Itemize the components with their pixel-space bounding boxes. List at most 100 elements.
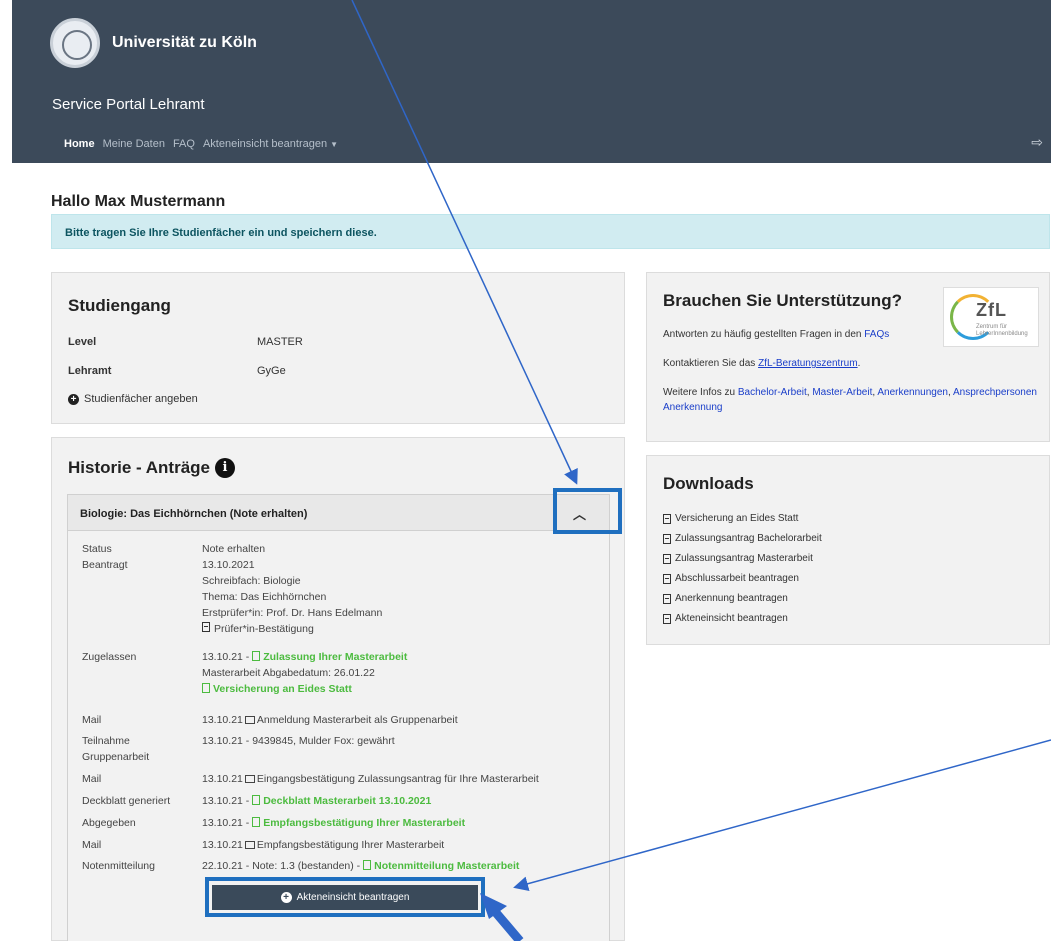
examiner-confirmation-label: Prüfer*in-Bestätigung — [214, 623, 314, 635]
nav-files-label: Akteneinsicht beantragen — [202, 138, 328, 150]
mail-text: Eingangsbestätigung Zulassungsantrag für… — [256, 773, 539, 785]
plus-circle-icon: + — [68, 393, 79, 405]
bachelor-link[interactable]: Bachelor-Arbeit — [738, 387, 807, 398]
history-value: 13.10.21 - Zulassung Ihrer Masterarbeit … — [202, 649, 602, 697]
download-label: Akteneinsicht beantragen — [675, 613, 788, 624]
beantragt-pruefer: Erstprüfer*in: Prof. Dr. Hans Edelmann — [202, 607, 383, 619]
accordion-title: Biologie: Das Eichhörnchen (Note erhalte… — [80, 508, 308, 520]
mail-date: 13.10.21 — [202, 839, 243, 851]
brand[interactable]: Universität zu Köln — [50, 18, 257, 68]
history-value: 13.10.21 Anmeldung Masterarbeit als Grupp… — [202, 712, 602, 728]
history-value: 13.10.21 Eingangsbestätigung Zulassungsan… — [202, 771, 602, 787]
history-label: Zugelassen — [82, 651, 137, 663]
beantragt-thema: Thema: Das Eichhörnchen — [202, 591, 327, 603]
history-label: Status — [82, 543, 112, 555]
pdf-icon — [663, 513, 671, 524]
affidavit-link[interactable]: Versicherung an Eides Statt — [202, 683, 352, 695]
info-icon[interactable]: i — [215, 458, 236, 478]
site-header: Universität zu Köln Service Portal Lehra… — [12, 0, 1051, 163]
zfl-logo: ZfL Zentrum für LehrerInnenbildung — [943, 287, 1039, 347]
cover-sheet-link[interactable]: Deckblatt Masterarbeit 13.10.2021 — [252, 795, 431, 807]
lehramt-value: GyGe — [257, 365, 286, 377]
annotation-highlight-button — [205, 877, 485, 917]
master-link[interactable]: Master-Arbeit — [812, 387, 872, 398]
support-contact-line: Kontaktieren Sie das ZfL-Beratungszentru… — [663, 356, 963, 371]
history-value: 13.10.21 - Deckblatt Masterarbeit 13.10.… — [202, 793, 602, 809]
caret-down-icon: ▼ — [330, 140, 339, 149]
download-item[interactable]: Anerkennung beantragen — [663, 593, 788, 604]
faq-link[interactable]: FAQs — [864, 329, 889, 340]
mail-icon — [244, 716, 255, 724]
download-item[interactable]: Versicherung an Eides Statt — [663, 513, 798, 524]
info-alert: Bitte tragen Sie Ihre Studienfächer ein … — [51, 214, 1050, 249]
history-label: Mail — [82, 714, 102, 726]
download-label: Versicherung an Eides Statt — [675, 513, 799, 524]
pdf-icon — [663, 533, 671, 544]
historie-card: Historie - Anträge i Biologie: Das Eichh… — [51, 437, 625, 941]
anerkennungen-link[interactable]: Anerkennungen — [877, 387, 948, 398]
pdf-icon — [363, 860, 372, 870]
history-label: Beantragt — [82, 559, 128, 571]
history-value: 22.10.21 - Note: 1.3 (bestanden) - Noten… — [202, 858, 602, 874]
zugelassen-date: 13.10.21 - — [202, 651, 250, 663]
logout-icon[interactable]: ⇨ — [1031, 134, 1043, 151]
nav-files-dropdown[interactable]: Akteneinsicht beantragen ▼ — [203, 138, 338, 150]
examiner-confirmation-link[interactable]: Prüfer*in-Bestätigung — [202, 622, 314, 635]
mail-date: 13.10.21 — [202, 773, 243, 785]
download-item[interactable]: Zulassungsantrag Masterarbeit — [663, 553, 813, 564]
university-name: Universität zu Köln — [112, 34, 257, 51]
admission-link[interactable]: Zulassung Ihrer Masterarbeit — [252, 651, 407, 663]
receipt-link[interactable]: Empfangsbestätigung Ihrer Masterarbeit — [252, 817, 465, 829]
mail-icon — [244, 841, 255, 849]
download-item[interactable]: Akteneinsicht beantragen — [663, 613, 788, 624]
teilnahme-label-1: Teilnahme — [82, 735, 130, 747]
level-label: Level — [68, 336, 97, 348]
history-value: 13.10.21 - 9439845, Mulder Fox: gewährt — [202, 735, 395, 747]
download-label: Zulassungsantrag Masterarbeit — [675, 553, 813, 564]
pdf-icon — [663, 613, 671, 624]
beantragt-date: 13.10.2021 — [202, 559, 255, 571]
note-value: 22.10.21 - Note: 1.3 (bestanden) - — [202, 860, 361, 872]
grade-notice-link[interactable]: Notenmitteilung Masterarbeit — [363, 860, 519, 872]
add-subjects-label: Studienfächer angeben — [84, 393, 198, 405]
download-item[interactable]: Zulassungsantrag Bachelorarbeit — [663, 533, 822, 544]
support-card: Brauchen Sie Unterstützung? Antworten zu… — [646, 272, 1050, 442]
history-label: Notenmitteilung — [82, 860, 155, 872]
download-item[interactable]: Abschlussarbeit beantragen — [663, 573, 799, 584]
nav-my-data[interactable]: Meine Daten — [103, 138, 165, 150]
nav-faq[interactable]: FAQ — [173, 138, 195, 150]
beantragt-fach: Schreibfach: Biologie — [202, 575, 301, 587]
support-info-line: Weitere Infos zu Bachelor-Arbeit, Master… — [663, 387, 1037, 413]
add-subjects-link[interactable]: + Studienfächer angeben — [68, 393, 198, 405]
greeting: Hallo Max Mustermann — [51, 193, 226, 210]
historie-title: Historie - Anträge i — [68, 458, 236, 478]
mail-date: 13.10.21 — [202, 714, 243, 726]
zugelassen-abgabe: Masterarbeit Abgabedatum: 26.01.22 — [202, 667, 375, 679]
nav-home[interactable]: Home — [64, 138, 95, 150]
pdf-icon — [252, 795, 261, 805]
level-value: MASTER — [257, 336, 303, 348]
lehramt-label: Lehramt — [68, 365, 112, 377]
pdf-icon — [202, 683, 210, 693]
history-value: 13.10.21 Empfangsbestätigung Ihrer Master… — [202, 837, 602, 853]
download-label: Zulassungsantrag Bachelorarbeit — [675, 533, 822, 544]
receipt-label: Empfangsbestätigung Ihrer Masterarbeit — [263, 817, 466, 829]
pdf-icon — [663, 593, 671, 604]
pdf-icon — [663, 573, 671, 584]
zfl-logo-text: ZfL — [976, 300, 1007, 320]
studiengang-card: Studiengang Level MASTER Lehramt GyGe + … — [51, 272, 625, 424]
zfl-advice-link[interactable]: ZfL-Beratungszentrum — [758, 358, 858, 369]
portal-name: Service Portal Lehramt — [52, 96, 205, 113]
cover-sheet-label: Deckblatt Masterarbeit 13.10.2021 — [263, 795, 432, 807]
support-faq-line: Antworten zu häufig gestellten Fragen in… — [663, 327, 963, 342]
accordion-header[interactable]: Biologie: Das Eichhörnchen (Note erhalte… — [67, 494, 610, 531]
mail-text: Empfangsbestätigung Ihrer Masterarbeit — [256, 839, 445, 851]
support-faq-text: Antworten zu häufig gestellten Fragen in… — [663, 329, 862, 340]
grade-notice-label: Notenmitteilung Masterarbeit — [374, 860, 520, 872]
history-label: Mail — [82, 773, 102, 785]
zfl-sub2: LehrerInnenbildung — [976, 331, 1028, 337]
zfl-sub1: Zentrum für — [976, 324, 1008, 330]
pdf-icon — [252, 651, 261, 661]
main-nav: Home Meine Daten FAQ Akteneinsicht beant… — [64, 138, 338, 150]
downloads-card: Downloads Versicherung an Eides Statt Zu… — [646, 455, 1050, 645]
